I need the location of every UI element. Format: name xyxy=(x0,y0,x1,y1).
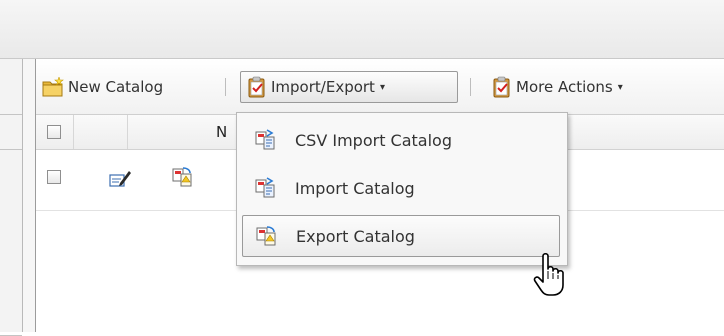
menu-item-label: Export Catalog xyxy=(296,226,415,246)
import-export-button[interactable]: Import/Export ▾ xyxy=(240,71,458,103)
hand-cursor-icon xyxy=(533,252,564,296)
clipboard-icon xyxy=(248,76,265,98)
import-catalog-icon xyxy=(255,129,275,150)
menu-item-csv-import-catalog[interactable]: CSV Import Catalog xyxy=(242,119,560,161)
left-panel-segment xyxy=(0,59,22,115)
left-panel xyxy=(0,59,23,336)
new-folder-icon xyxy=(42,77,64,97)
toolbar-divider xyxy=(225,78,226,96)
import-catalog-icon xyxy=(255,177,275,198)
toolbar: New Catalog Import/Export ▾ More Actions… xyxy=(36,59,724,115)
import-export-label: Import/Export xyxy=(271,78,375,96)
chevron-down-icon: ▾ xyxy=(617,81,623,93)
left-panel-segment xyxy=(0,115,22,150)
menu-item-import-catalog[interactable]: Import Catalog xyxy=(242,167,560,209)
column-divider xyxy=(73,115,74,149)
top-header-bar xyxy=(0,0,724,59)
toolbar-divider xyxy=(470,78,471,96)
menu-item-export-catalog[interactable]: Export Catalog xyxy=(242,215,560,257)
menu-item-label: CSV Import Catalog xyxy=(295,130,452,150)
edit-icon[interactable] xyxy=(108,167,132,193)
select-all-checkbox[interactable] xyxy=(47,125,61,139)
column-header-name[interactable]: N xyxy=(216,123,227,141)
more-actions-button[interactable]: More Actions ▾ xyxy=(492,71,623,103)
new-catalog-button[interactable]: New Catalog xyxy=(42,71,163,103)
row-checkbox[interactable] xyxy=(47,170,61,184)
new-catalog-label: New Catalog xyxy=(68,78,164,96)
export-catalog-icon[interactable] xyxy=(172,166,194,192)
chevron-down-icon: ▾ xyxy=(379,81,385,93)
more-actions-label: More Actions xyxy=(516,78,613,96)
column-divider xyxy=(127,115,128,149)
clipboard-icon xyxy=(493,76,510,98)
import-export-menu: CSV Import Catalog Import Catalog Export… xyxy=(236,112,568,266)
left-panel-segment xyxy=(0,150,22,336)
splitter-bar[interactable] xyxy=(23,59,36,332)
export-catalog-icon xyxy=(256,226,276,246)
menu-item-label: Import Catalog xyxy=(295,178,415,198)
